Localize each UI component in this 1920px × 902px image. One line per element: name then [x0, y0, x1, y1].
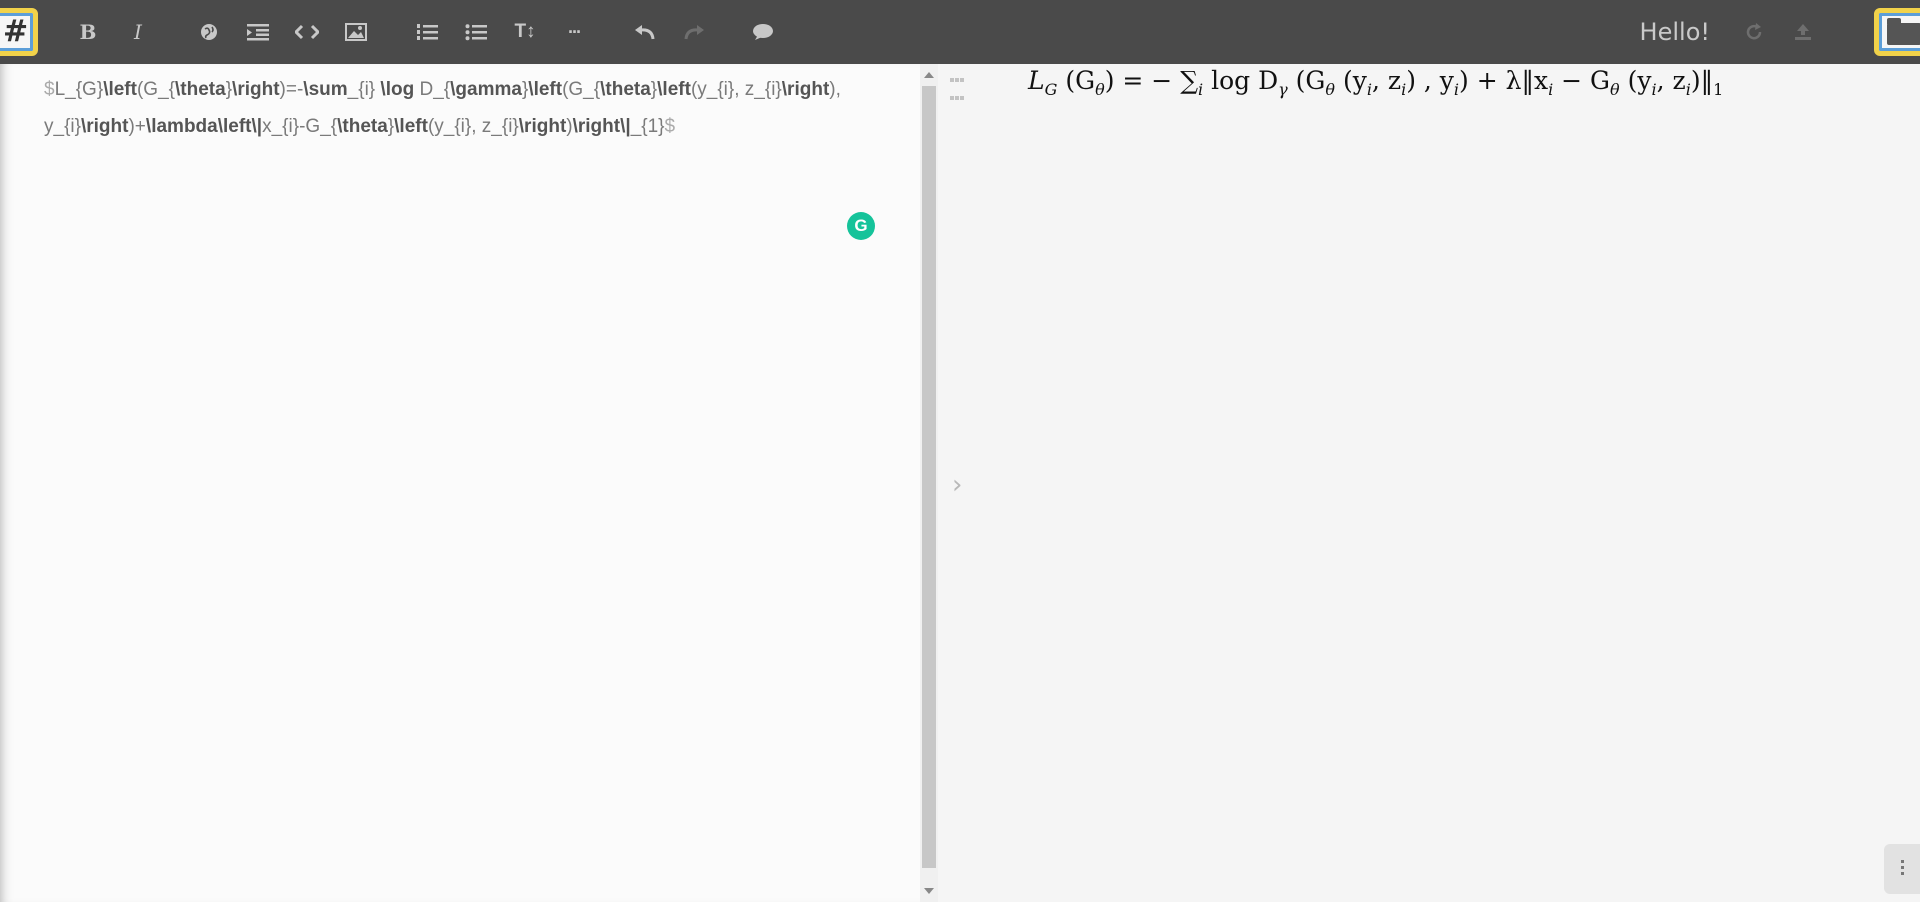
- editor-token: (G_{: [136, 79, 175, 100]
- editor-token: \left: [394, 116, 428, 137]
- formula-part: (y: [1619, 66, 1652, 95]
- formula-part: 1: [1713, 80, 1724, 99]
- formula-part: log D: [1203, 66, 1279, 95]
- toolbar: # B I T↕ ··· Hello!: [0, 0, 1920, 64]
- code-button[interactable]: [289, 14, 325, 50]
- redo-button[interactable]: [676, 14, 712, 50]
- editor-token: \left: [657, 79, 691, 100]
- undo-button[interactable]: [627, 14, 663, 50]
- editor-token: \lambda: [145, 116, 218, 137]
- grip-icon[interactable]: [950, 70, 972, 100]
- formula-part: , z: [1372, 66, 1402, 95]
- editor-token: \right: [232, 79, 280, 100]
- formula-part: (G: [1057, 66, 1096, 95]
- bold-button[interactable]: B: [70, 14, 106, 50]
- editor-token: \right\|: [572, 116, 631, 137]
- editor-token: \theta: [600, 79, 651, 100]
- formula-part: (y: [1335, 66, 1367, 95]
- image-button[interactable]: [338, 14, 374, 50]
- hash-icon: #: [3, 14, 29, 49]
- markdown-menu-button[interactable]: #: [0, 8, 38, 56]
- editor-token: L_{G}: [54, 79, 104, 100]
- formula-part: − G: [1553, 66, 1611, 95]
- editor-token: \log: [380, 79, 415, 100]
- ordered-list-button[interactable]: [409, 14, 445, 50]
- formula-part: γ: [1278, 80, 1288, 99]
- editor-token: \right: [781, 79, 830, 100]
- ordered-list-icon: [417, 24, 438, 40]
- formula-part: L: [1028, 66, 1045, 95]
- undo-icon: [635, 25, 655, 40]
- editor-token: _{1}: [630, 116, 665, 137]
- redo-icon: [684, 25, 704, 40]
- editor-token: \left: [528, 79, 563, 100]
- code-icon: [295, 24, 319, 40]
- formula-part: , z: [1656, 66, 1686, 95]
- editor-token: \theta: [337, 116, 388, 137]
- more-vertical-icon: [1901, 860, 1904, 863]
- editor-scrollbar[interactable]: [920, 64, 938, 902]
- formula-part: G: [1044, 80, 1058, 99]
- editor-token: \sum: [303, 79, 348, 100]
- markdown-editor[interactable]: $L_{G}\left(G_{\theta}\right)=-\sum_{i} …: [0, 64, 920, 902]
- editor-token: (y_{i}, z_{i}: [427, 116, 519, 137]
- chevron-right-icon[interactable]: ›: [952, 470, 962, 500]
- formula-part: ) + λ‖x: [1459, 66, 1549, 95]
- editor-token: \gamma: [450, 79, 522, 100]
- indent-icon: [247, 24, 269, 41]
- italic-button[interactable]: I: [120, 14, 156, 50]
- link-button[interactable]: [191, 14, 227, 50]
- publish-button[interactable]: [1785, 14, 1821, 50]
- sync-button[interactable]: [1736, 14, 1772, 50]
- editor-token: \right: [80, 116, 129, 137]
- heading-button[interactable]: T↕: [507, 14, 543, 50]
- heading-icon: T↕: [514, 21, 536, 42]
- grammarly-icon[interactable]: G: [847, 212, 875, 240]
- editor-token: $: [44, 79, 55, 100]
- side-panel-toggle[interactable]: [1884, 844, 1920, 894]
- editor-token: \left\|: [217, 116, 263, 137]
- comment-icon: [753, 24, 773, 40]
- upload-icon: [1795, 24, 1811, 40]
- more-button[interactable]: ···: [556, 14, 592, 50]
- formula-part: ) , y: [1406, 66, 1454, 95]
- editor-content[interactable]: $L_{G}\left(G_{\theta}\right)=-\sum_{i} …: [44, 71, 844, 145]
- more-icon: ···: [568, 21, 582, 42]
- indent-button[interactable]: [240, 14, 276, 50]
- folder-icon: [1887, 18, 1920, 45]
- editor-token: )+: [128, 116, 146, 137]
- formula-part: θ: [1095, 80, 1105, 99]
- editor-token: \theta: [175, 79, 226, 100]
- globe-icon: [201, 24, 217, 40]
- image-icon: [345, 23, 367, 41]
- formula-part: (G: [1287, 66, 1326, 95]
- scroll-up-arrow-icon[interactable]: [924, 72, 934, 78]
- comment-button[interactable]: [745, 14, 781, 50]
- editor-token: _{i}: [347, 79, 381, 100]
- editor-token: \right: [518, 116, 567, 137]
- scroll-thumb[interactable]: [922, 86, 936, 868]
- editor-token: $: [664, 116, 676, 137]
- greeting-text: Hello!: [1639, 18, 1710, 46]
- editor-token: x_{i}-G_{: [262, 116, 338, 137]
- editor-token: (G_{: [562, 79, 601, 100]
- editor-token: (y_{i}, z_{i}: [690, 79, 782, 100]
- editor-token: \left: [103, 79, 137, 100]
- formula-part: )‖: [1690, 66, 1714, 95]
- scroll-down-arrow-icon[interactable]: [924, 888, 934, 894]
- formula-part: θ: [1325, 80, 1336, 99]
- editor-token: D_{: [414, 79, 451, 100]
- preview-panel: › LG (Gθ) = − ∑i log Dγ (Gθ (yi, zi) , y…: [938, 64, 1920, 902]
- bullet-list-button[interactable]: [458, 14, 494, 50]
- italic-icon: I: [134, 20, 142, 44]
- formula-part: θ: [1610, 80, 1620, 99]
- formula-part: ) = − ∑: [1104, 66, 1199, 95]
- bullet-list-icon: [465, 24, 487, 41]
- bold-icon: B: [79, 20, 97, 44]
- documents-menu-button[interactable]: [1874, 8, 1920, 56]
- rendered-formula: LG (Gθ) = − ∑i log Dγ (Gθ (yi, zi) , yi)…: [1028, 66, 1723, 99]
- sync-icon: [1746, 23, 1762, 40]
- editor-token: )=-: [279, 79, 304, 100]
